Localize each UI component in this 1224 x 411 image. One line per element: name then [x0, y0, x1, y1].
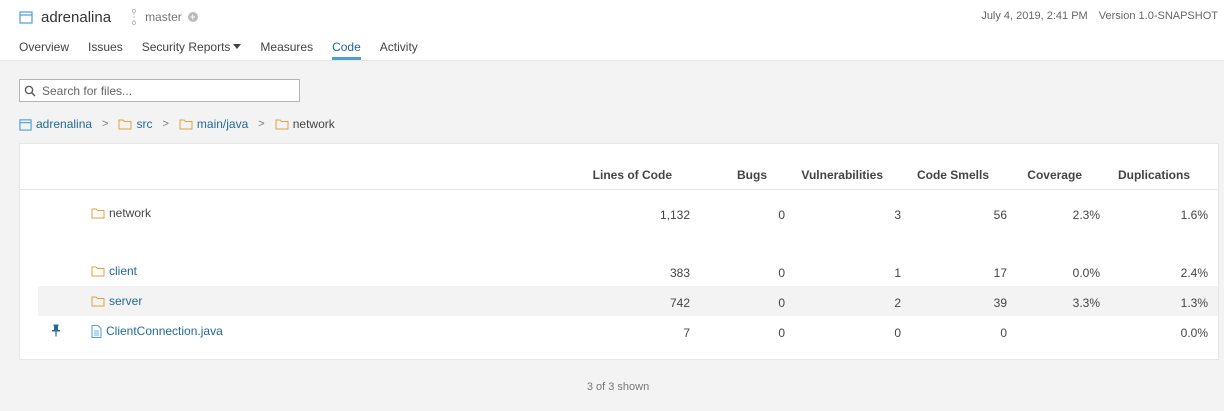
- cell-vulnerabilities[interactable]: 0: [894, 326, 901, 340]
- column-lines-of-code[interactable]: Lines of Code: [593, 168, 672, 182]
- column-vulnerabilities[interactable]: Vulnerabilities: [801, 168, 883, 182]
- breadcrumb-project[interactable]: adrenalina: [19, 117, 92, 131]
- shown-count: 3 of 3 shown: [586, 381, 650, 393]
- folder-icon: [91, 266, 105, 277]
- cell-loc[interactable]: 742: [670, 296, 690, 310]
- cell-loc[interactable]: 1,132: [660, 208, 690, 222]
- project-version: Version 1.0-SNAPSHOT: [1098, 10, 1218, 22]
- table-row-base: network 1,132 0 3 56 2.3% 1.6%: [38, 198, 1218, 228]
- cell-coverage[interactable]: 0.0%: [1073, 266, 1100, 280]
- breadcrumb-main-java[interactable]: main/java: [179, 117, 248, 131]
- tab-measures[interactable]: Measures: [260, 40, 313, 60]
- row-name[interactable]: server: [91, 294, 142, 308]
- branch-icon: [131, 8, 137, 26]
- code-table-panel: Lines of Code Bugs Vulnerabilities Code …: [19, 143, 1219, 360]
- breadcrumb-network: network: [275, 117, 335, 131]
- cell-code-smells[interactable]: 56: [994, 208, 1007, 222]
- project-icon: [19, 118, 32, 131]
- cell-code-smells[interactable]: 0: [1000, 326, 1007, 340]
- tab-security-reports-label: Security Reports: [141, 40, 231, 54]
- cell-vulnerabilities[interactable]: 1: [894, 266, 901, 280]
- folder-icon: [179, 119, 193, 130]
- tab-code[interactable]: Code: [332, 40, 361, 60]
- pin-icon[interactable]: [51, 324, 61, 337]
- project-icon: [19, 11, 33, 24]
- breadcrumb-separator: >: [258, 118, 265, 130]
- file-search[interactable]: [19, 79, 300, 102]
- cell-bugs[interactable]: 0: [778, 326, 785, 340]
- breadcrumb: adrenalina > src > main/java > network: [19, 116, 335, 132]
- breadcrumb-separator: >: [102, 118, 109, 130]
- cell-coverage[interactable]: 3.3%: [1073, 296, 1100, 310]
- row-name-label: ClientConnection.java: [106, 324, 223, 338]
- folder-icon: [275, 119, 289, 130]
- analysis-meta: July 4, 2019, 2:41 PM Version 1.0-SNAPSH…: [981, 10, 1218, 22]
- tab-issues[interactable]: Issues: [88, 40, 123, 60]
- branch-name[interactable]: master: [145, 10, 182, 24]
- cell-loc[interactable]: 7: [683, 326, 690, 340]
- add-branch-icon[interactable]: +: [187, 12, 198, 22]
- row-name-label: server: [109, 294, 143, 308]
- tab-activity[interactable]: Activity: [380, 40, 418, 60]
- cell-duplications[interactable]: 0.0%: [1181, 326, 1208, 340]
- row-name[interactable]: network: [91, 206, 151, 220]
- folder-icon: [91, 296, 105, 307]
- breadcrumb-separator: >: [162, 118, 169, 130]
- cell-bugs[interactable]: 0: [778, 208, 785, 222]
- cell-duplications[interactable]: 1.6%: [1181, 208, 1208, 222]
- column-bugs[interactable]: Bugs: [737, 168, 767, 182]
- table-row: client 383 0 1 17 0.0% 2.4%: [38, 256, 1218, 286]
- row-name[interactable]: client: [91, 264, 137, 278]
- cell-duplications[interactable]: 2.4%: [1181, 266, 1208, 280]
- column-coverage[interactable]: Coverage: [1027, 168, 1082, 182]
- folder-icon: [91, 208, 105, 219]
- breadcrumb-label: adrenalina: [36, 117, 93, 131]
- cell-vulnerabilities[interactable]: 2: [894, 296, 901, 310]
- project-header: adrenalina master +: [19, 7, 198, 27]
- project-name[interactable]: adrenalina: [41, 9, 111, 26]
- cell-bugs[interactable]: 0: [778, 266, 785, 280]
- breadcrumb-label: src: [136, 117, 153, 131]
- row-name[interactable]: ClientConnection.java: [91, 324, 223, 338]
- caret-down-icon: [233, 44, 242, 49]
- column-code-smells[interactable]: Code Smells: [917, 168, 989, 182]
- cell-loc[interactable]: 383: [670, 266, 690, 280]
- breadcrumb-label: network: [292, 117, 335, 131]
- analysis-date: July 4, 2019, 2:41 PM: [981, 10, 1088, 22]
- cell-vulnerabilities[interactable]: 3: [894, 208, 901, 222]
- tab-overview[interactable]: Overview: [19, 40, 69, 60]
- top-bar: adrenalina master + July 4, 2019, 2:41 P…: [0, 0, 1224, 61]
- file-icon: [91, 324, 102, 338]
- search-input[interactable]: [42, 83, 282, 98]
- table-row: server 742 0 2 39 3.3% 1.3%: [38, 286, 1218, 316]
- breadcrumb-label: main/java: [196, 117, 249, 131]
- cell-duplications[interactable]: 1.3%: [1181, 296, 1208, 310]
- tab-security-reports[interactable]: Security Reports: [142, 40, 242, 60]
- table-row: ClientConnection.java 7 0 0 0 0.0%: [38, 316, 1218, 346]
- folder-icon: [118, 119, 132, 130]
- breadcrumb-src[interactable]: src: [118, 117, 152, 131]
- search-icon: [24, 85, 36, 97]
- cell-bugs[interactable]: 0: [778, 296, 785, 310]
- cell-code-smells[interactable]: 17: [994, 266, 1007, 280]
- table-header: Lines of Code Bugs Vulnerabilities Code …: [20, 144, 1218, 190]
- cell-code-smells[interactable]: 39: [994, 296, 1007, 310]
- column-duplications[interactable]: Duplications: [1118, 168, 1190, 182]
- row-name-label: network: [109, 206, 152, 220]
- row-name-label: client: [109, 264, 138, 278]
- cell-coverage[interactable]: 2.3%: [1073, 208, 1100, 222]
- project-nav: Overview Issues Security Reports Measure…: [19, 40, 437, 60]
